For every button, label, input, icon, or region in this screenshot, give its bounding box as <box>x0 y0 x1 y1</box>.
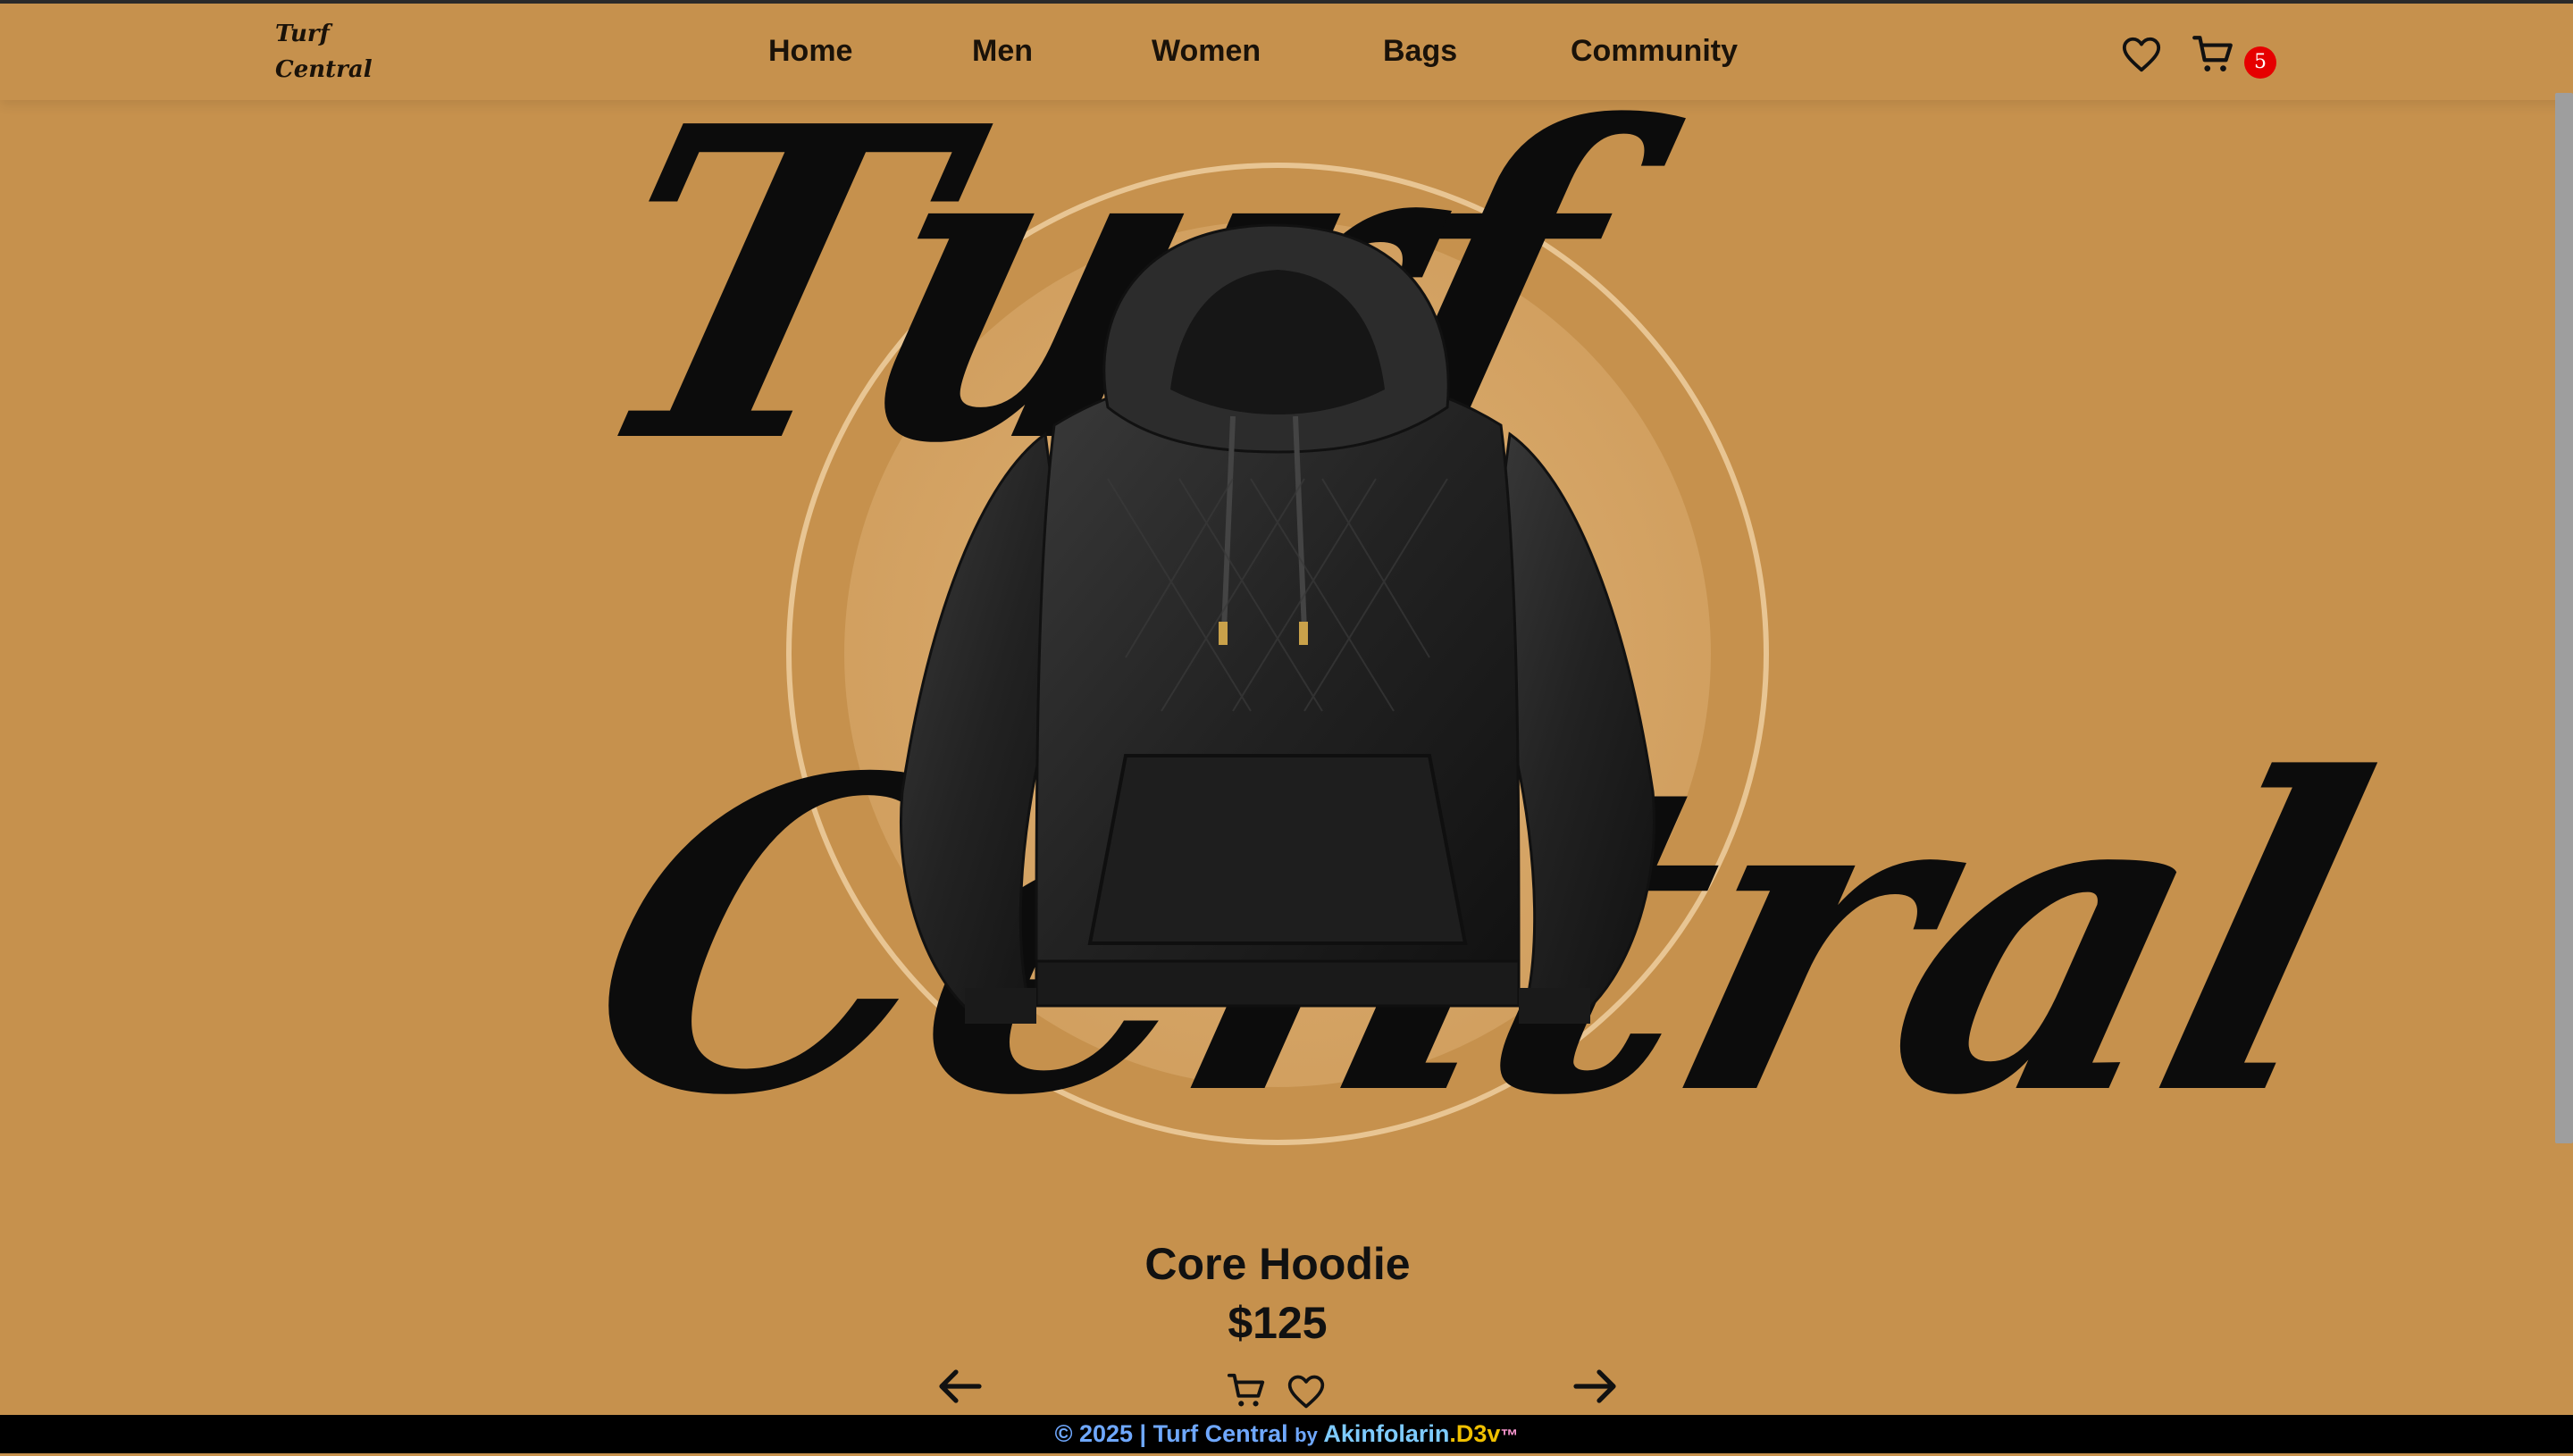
nav-item-women[interactable]: Women <box>1152 34 1261 69</box>
heart-icon[interactable] <box>2121 34 2162 75</box>
footer: © 2025 | Turf Central by Akinfolarin.D3v… <box>0 1415 2573 1453</box>
footer-by: by <box>1295 1424 1318 1446</box>
logo[interactable]: Turf Central <box>275 16 382 88</box>
footer-trademark: ™ <box>1500 1427 1519 1446</box>
arrow-left-icon[interactable] <box>936 1367 983 1406</box>
arrow-right-icon[interactable] <box>1572 1367 1619 1406</box>
nav-item-men[interactable]: Men <box>972 34 1033 69</box>
add-to-wishlist-heart-icon[interactable] <box>1286 1372 1326 1411</box>
hoodie-image <box>899 223 1656 1024</box>
product-name: Core Hoodie <box>1144 1239 1411 1289</box>
logo-line-2: Central <box>275 56 373 83</box>
hero-section: Turf Central <box>0 0 2573 1251</box>
nav-item-bags[interactable]: Bags <box>1383 34 1457 69</box>
product-price: $125 <box>1228 1298 1328 1348</box>
add-to-cart-icon[interactable] <box>1226 1370 1267 1411</box>
cart-count-badge: 5 <box>2244 46 2276 79</box>
navbar: Turf Central Home Men Women Bags Communi… <box>0 4 2573 100</box>
footer-copyright: © 2025 | Turf Central <box>1054 1420 1288 1447</box>
footer-author-name[interactable]: Akinfolarin <box>1323 1420 1449 1447</box>
logo-line-1: Turf <box>275 21 330 47</box>
footer-author-suffix: .D3v <box>1449 1420 1501 1447</box>
nav-item-home[interactable]: Home <box>768 34 852 69</box>
scrollbar[interactable] <box>2555 93 2573 1143</box>
nav-item-community[interactable]: Community <box>1571 34 1738 69</box>
cart-icon[interactable] <box>2191 32 2235 77</box>
